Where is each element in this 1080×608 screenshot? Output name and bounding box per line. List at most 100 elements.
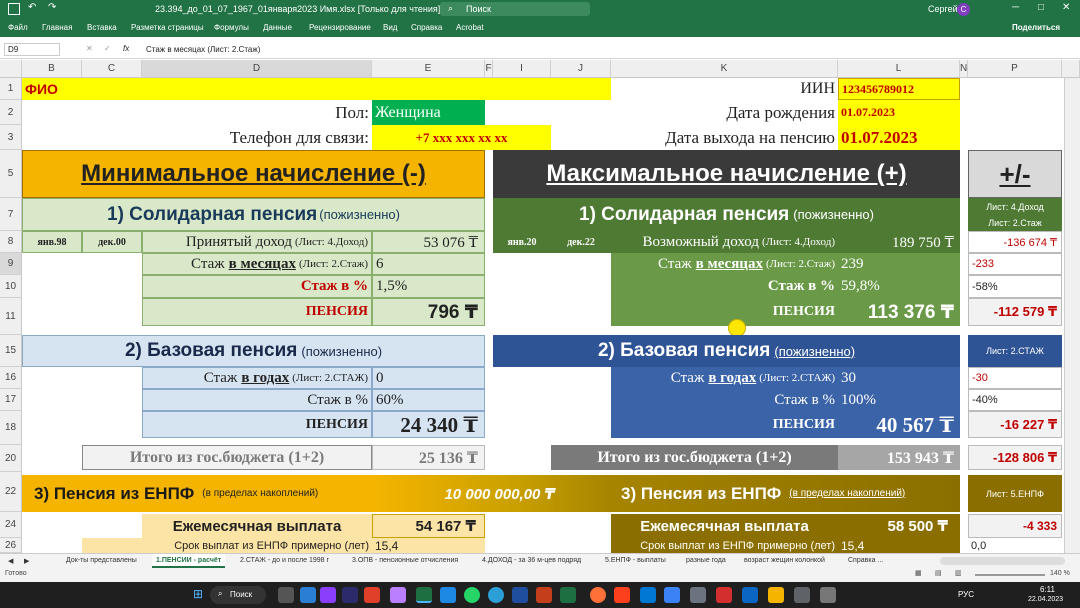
min-total[interactable]: 25 136 ₸ [372,445,485,470]
tab-view[interactable]: Вид [383,23,397,32]
max-base-pension[interactable]: 40 567 ₸ [838,411,960,438]
app-icon[interactable] [364,587,380,603]
min-monthly[interactable]: 54 167 ₸ [372,514,485,538]
cell-phone-label[interactable]: Телефон для связи: [22,125,372,150]
tab-prev-icon[interactable]: ◀ [8,557,13,565]
min-base-pension[interactable]: 24 340 ₸ [372,411,485,438]
col-header[interactable]: C [82,60,142,78]
tab-data[interactable]: Данные [263,23,292,32]
max-pension[interactable]: 113 376 ₸ [838,298,960,326]
maximize-icon[interactable]: □ [1038,2,1044,13]
zoom-slider[interactable] [975,574,1045,576]
min-stazh-m[interactable]: 6 [372,253,485,275]
diff-title[interactable]: +/- [968,150,1062,198]
col-header[interactable]: B [22,60,82,78]
min-base-pct-label[interactable]: Стаж в % [142,389,372,411]
sheet-tab[interactable]: 5.ЕНПФ - выплаты [605,557,666,564]
min-monthly-label[interactable]: Ежемесячная выплата [142,514,372,538]
cell-retire-label[interactable]: Дата выхода на пенсию [611,125,838,150]
row-header[interactable]: 10 [0,275,22,298]
diff-base-pct[interactable]: -40% [968,389,1062,411]
row-header[interactable]: 17 [0,389,22,411]
max-monthly[interactable]: 58 500 ₸ [838,514,960,538]
close-icon[interactable]: ✕ [1062,2,1070,13]
page-layout-icon[interactable]: ▤ [935,569,942,577]
min-date-from[interactable]: янв.98 [22,231,82,253]
col-header[interactable]: L [838,60,960,78]
tab-acrobat[interactable]: Acrobat [456,23,484,32]
app-icon[interactable] [690,587,706,603]
clock-time[interactable]: 6:11 [1040,585,1055,594]
zoom-level[interactable]: 140 % [1050,570,1070,577]
sheet-tab[interactable]: 4.ДОХОД - за 36 м-цев подряд [482,557,581,564]
save-icon[interactable] [8,3,20,15]
row-header[interactable]: 11 [0,298,22,335]
row-header[interactable]: 3 [0,125,22,150]
search-box[interactable]: ⌕ Поиск [440,2,590,16]
redo-icon[interactable]: ↷ [48,2,56,13]
tab-insert[interactable]: Вставка [87,23,117,32]
cell-gender[interactable]: Женщина [372,100,485,125]
cell-retire[interactable]: 01.07.2023 [838,125,960,150]
name-box[interactable]: D9 [4,43,60,56]
language-indicator[interactable]: РУС [958,590,974,599]
sheet-tab[interactable]: Док-ты представлены [66,557,137,564]
sheet-tab[interactable]: разные года [686,557,726,564]
row-header[interactable]: 7 [0,198,22,231]
app-icon[interactable] [664,587,680,603]
min-date-to[interactable]: дек.00 [82,231,142,253]
max-total-label[interactable]: Итого из гос.бюджета (1+2) [551,445,838,470]
minimize-icon[interactable]: ─ [1012,2,1019,13]
premiere-icon[interactable] [342,587,358,603]
tab-next-icon[interactable]: ▶ [24,557,29,565]
row-header[interactable]: 2 [0,100,22,125]
col-header[interactable]: K [611,60,838,78]
select-all[interactable] [0,60,22,78]
user-name[interactable]: Сергей [928,4,958,14]
col-header[interactable]: F [485,60,493,78]
app-icon[interactable] [440,587,456,603]
cell-iin[interactable]: 123456789012 [838,78,960,100]
row-header[interactable]: 5 [0,150,22,198]
powerpoint-icon[interactable] [536,587,552,603]
app-icon[interactable] [390,587,406,603]
row-header[interactable]: 24 [0,512,22,538]
horizontal-scrollbar[interactable] [940,557,1065,565]
tab-review[interactable]: Рецензирование [309,23,371,32]
diff-stazh-y[interactable]: -30 [968,367,1062,389]
fx-icon[interactable]: fx [123,44,129,53]
app-icon[interactable] [300,587,316,603]
diff-note-enpf[interactable]: Лист: 5.ЕНПФ [968,475,1062,512]
page-break-icon[interactable]: ▥ [955,569,962,577]
tab-home[interactable]: Главная [42,23,72,32]
row-header[interactable]: 8 [0,231,22,253]
sheet-tab[interactable]: 2.СТАЖ - до и после 1998 г [240,557,329,564]
sheet-tab[interactable]: 3.ОПВ - пенсионные отчисления [352,557,458,564]
min-pension[interactable]: 796 ₸ [372,298,485,326]
col-header[interactable] [1062,60,1080,78]
min-stazh-pct-label[interactable]: Стаж в % [142,275,372,298]
min-base-pct[interactable]: 60% [372,389,485,411]
diff-income[interactable]: -136 674 ₸ [968,231,1062,253]
edge-icon[interactable] [640,587,656,603]
row-header[interactable]: 9 [0,253,22,275]
max-term[interactable]: 15,4 [838,538,960,553]
tab-page-layout[interactable]: Разметка страницы [131,23,204,32]
cell-dob[interactable]: 01.07.2023 [838,100,960,125]
tab-formulas[interactable]: Формулы [214,23,249,32]
app-icon[interactable] [320,587,336,603]
avatar[interactable]: С [957,3,970,16]
app-icon[interactable] [560,587,576,603]
cell-phone[interactable]: +7 xxx xxx xx xx [372,125,551,150]
tab-file[interactable]: Файл [8,23,28,32]
min-total-label[interactable]: Итого из гос.бюджета (1+2) [82,445,372,470]
max-stazh-pct[interactable]: 59,8% [838,275,960,298]
col-header[interactable]: N [960,60,968,78]
diff-pension[interactable]: -112 579 ₸ [968,298,1062,326]
cancel-icon[interactable]: ✕ [86,44,93,53]
diff-total[interactable]: -128 806 ₸ [968,445,1062,470]
cell-iin-label[interactable]: ИИН [611,78,838,100]
sheet-tab[interactable]: Справка ... [848,557,883,564]
row-header[interactable]: 26 [0,538,22,553]
task-view-icon[interactable] [278,587,294,603]
